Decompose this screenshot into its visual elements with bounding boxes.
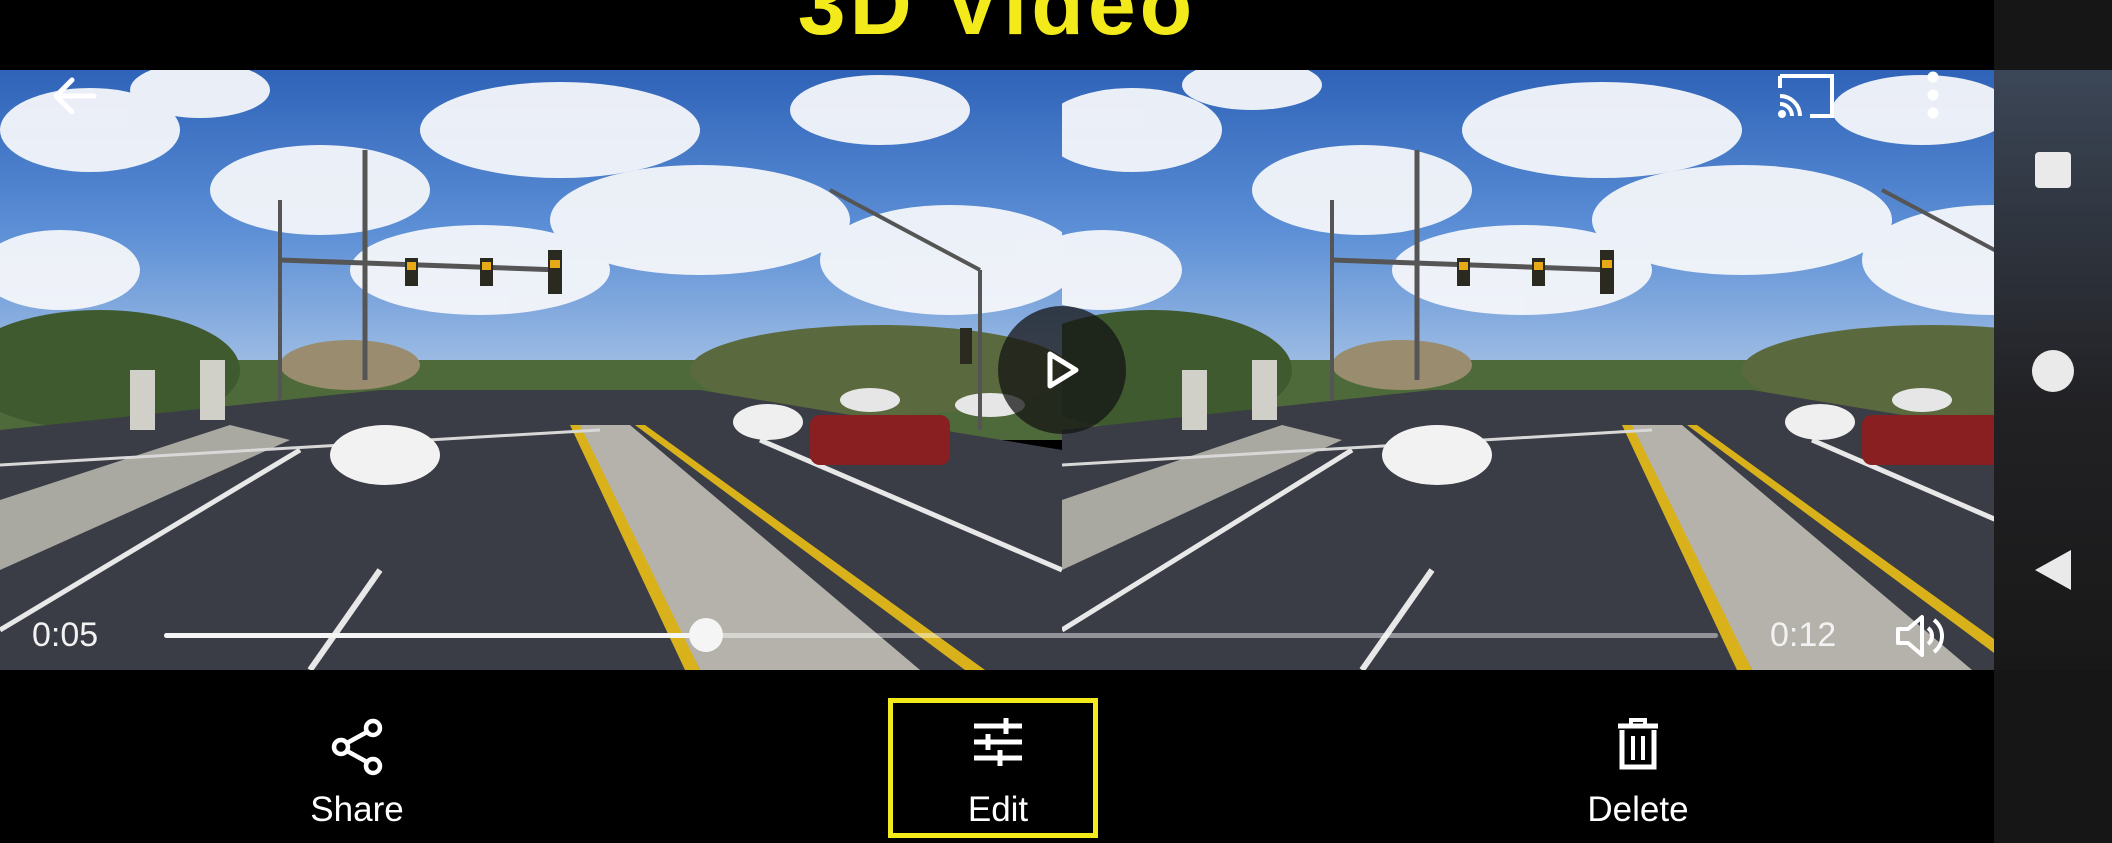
- total-duration: 0:12: [1770, 616, 1837, 654]
- square-icon: [2035, 152, 2071, 188]
- back-button[interactable]: [46, 68, 102, 124]
- share-button[interactable]: Share: [247, 670, 467, 843]
- share-icon: [331, 718, 383, 776]
- volume-button[interactable]: [1894, 612, 1946, 660]
- home-button[interactable]: [1994, 348, 2112, 394]
- cast-button[interactable]: [1774, 70, 1838, 122]
- play-icon: [1047, 351, 1079, 389]
- edit-highlight-box: [888, 698, 1098, 838]
- seek-bar[interactable]: [164, 618, 1718, 652]
- arrow-left-icon: [53, 77, 97, 115]
- triangle-back-icon: [2035, 550, 2071, 590]
- elapsed-time: 0:05: [32, 616, 99, 654]
- circle-icon: [2032, 350, 2074, 392]
- volume-icon: [1896, 615, 1944, 657]
- system-back-button[interactable]: [1994, 548, 2112, 592]
- share-label: Share: [310, 790, 404, 829]
- video-title-overlay: 3D Video: [797, 0, 1197, 53]
- more-vert-icon: [1927, 71, 1939, 119]
- more-options-button[interactable]: [1920, 68, 1946, 122]
- cast-icon: [1778, 74, 1834, 118]
- seek-bar-progress: [164, 633, 707, 638]
- video-frame-left: [0, 70, 1062, 670]
- delete-button[interactable]: Delete: [1528, 670, 1748, 843]
- play-button[interactable]: [998, 306, 1126, 434]
- system-nav-bar: [1994, 0, 2112, 843]
- video-frame-right: [1062, 70, 2112, 670]
- recents-button[interactable]: [1994, 150, 2112, 190]
- delete-label: Delete: [1587, 790, 1689, 829]
- trash-icon: [1618, 718, 1658, 770]
